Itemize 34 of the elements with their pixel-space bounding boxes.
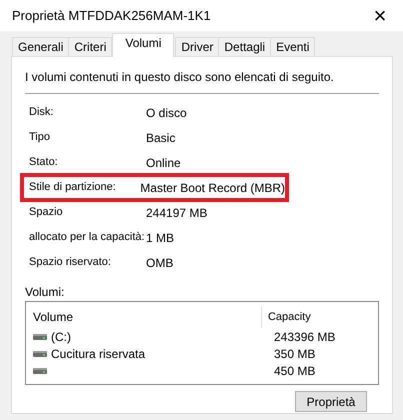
volumes-label: Volumi: xyxy=(25,285,64,299)
property-label: Tipo xyxy=(29,130,51,146)
property-value: Online xyxy=(146,154,181,172)
property-value: O disco xyxy=(146,104,187,122)
close-button[interactable]: × xyxy=(357,0,403,31)
volume-name: (C:) xyxy=(51,328,71,346)
drive-icon xyxy=(33,368,47,374)
tab[interactable]: Generali xyxy=(12,37,70,57)
tab[interactable]: Driver xyxy=(175,37,220,57)
properties-button[interactable]: Proprietà xyxy=(295,391,367,412)
column-header[interactable]: Capacity xyxy=(260,306,378,328)
property-label: Stile di partizione: xyxy=(29,180,117,196)
capacity-value: 350 MB xyxy=(273,346,316,362)
property-label: allocato per la capacità: xyxy=(29,230,146,246)
property-value: Basic xyxy=(146,130,176,146)
tab[interactable]: Volumi xyxy=(112,33,174,57)
property-label: Spazio riservato: xyxy=(29,255,112,270)
property-value: Master Boot Record (MBR) xyxy=(140,180,285,196)
tab[interactable]: Criteri xyxy=(68,37,112,57)
description-text: I volumi contenuti in questo disco sono elencati di seguito. xyxy=(25,69,335,86)
property-value: 1 MB xyxy=(146,230,174,246)
volume-name: Cucitura riservata xyxy=(51,346,146,362)
property-label: Stato: xyxy=(29,155,59,170)
tab[interactable]: Eventi xyxy=(270,37,316,57)
property-value: OMB xyxy=(146,254,174,272)
capacity-value: 450 MB xyxy=(273,362,316,380)
property-value: 244197 MB xyxy=(146,204,208,222)
capacity-value: 243396 MB xyxy=(273,328,336,346)
window-title: Proprietà MTFDDAK256MAM-1K1 xyxy=(12,6,211,25)
column-header[interactable]: Volume xyxy=(26,308,261,326)
property-label: Disk: xyxy=(29,105,54,120)
drive-icon xyxy=(33,334,47,340)
drive-icon xyxy=(33,350,47,356)
property-label: Spazio xyxy=(29,205,64,220)
